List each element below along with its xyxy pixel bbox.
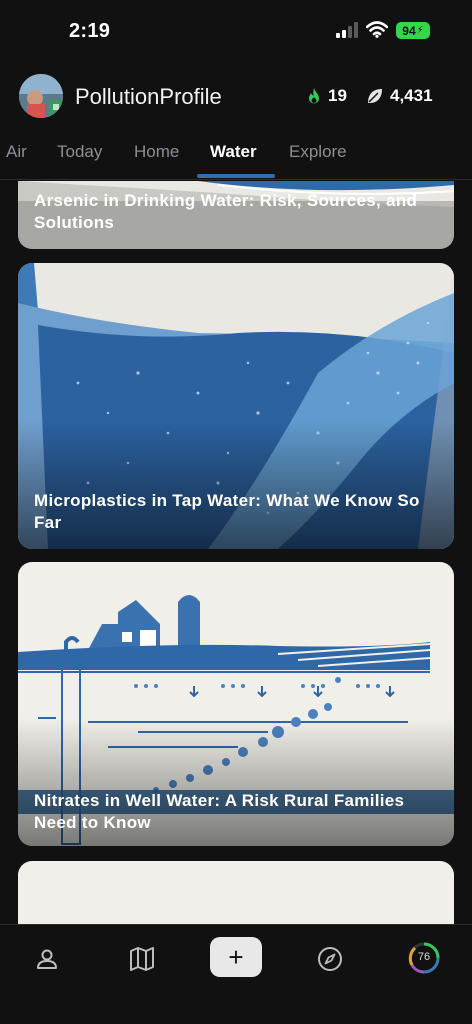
streak-stat[interactable]: 19 [306,86,347,106]
tab-today[interactable]: Today [57,142,102,162]
tab-water[interactable]: Water [210,142,257,162]
tab-air[interactable]: Air [6,142,27,162]
nav-map-button[interactable] [116,939,168,979]
tab-explore[interactable]: Explore [289,142,347,162]
cellular-signal-icon [336,22,358,38]
user-avatar[interactable] [19,74,63,118]
article-card-microplastics[interactable]: Microplastics in Tap Water: What We Know… [18,263,454,549]
streak-count: 19 [328,86,347,105]
add-icon: + [228,941,244,972]
battery-level: 94 [402,23,416,38]
points-count: 4,431 [390,86,433,105]
article-card-next[interactable] [18,861,454,924]
charging-bolt-icon: ⚡ [416,25,424,36]
article-card-arsenic[interactable]: Arsenic in Drinking Water: Risk, Sources… [18,181,454,249]
article-title: Microplastics in Tap Water: What We Know… [34,491,420,532]
category-tabs: Air Today Home Water Explore [0,130,472,180]
flame-icon [309,88,319,104]
add-button[interactable]: + [210,937,262,977]
profile-icon [37,949,57,969]
app-header: PollutionProfile 19 4,431 [0,62,472,130]
article-card-nitrates[interactable]: Nitrates in Well Water: A Risk Rural Fam… [18,562,454,846]
article-title: Arsenic in Drinking Water: Risk, Sources… [34,191,418,232]
tab-home[interactable]: Home [134,142,179,162]
app-screen: 2:19 94 ⚡ PollutionProfile 19 4,431 Air … [0,0,472,1024]
article-title: Nitrates in Well Water: A Risk Rural Fam… [34,791,405,832]
score-value: 76 [417,951,431,963]
battery-indicator: 94 ⚡ [396,22,430,39]
status-time: 2:19 [69,20,111,42]
avatar-photo [19,74,63,118]
bottom-navigation: + 76 [0,924,472,1024]
nav-explore-button[interactable] [304,939,356,979]
leaf-icon [368,89,382,103]
nav-profile-button[interactable] [21,939,73,979]
compass-icon [318,947,342,971]
map-icon [130,947,154,971]
status-bar: 2:19 94 ⚡ [0,0,472,62]
wifi-icon [366,21,388,38]
article-feed[interactable]: Arsenic in Drinking Water: Risk, Sources… [0,181,472,924]
points-stat[interactable]: 4,431 [366,86,433,106]
active-tab-indicator [197,174,275,178]
app-title: PollutionProfile [75,84,222,109]
